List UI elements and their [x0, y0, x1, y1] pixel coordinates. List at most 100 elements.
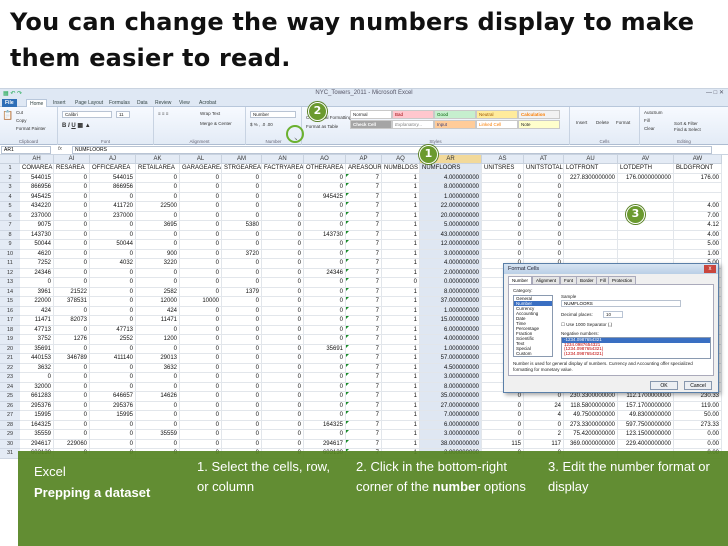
- table-cell[interactable]: [618, 183, 674, 193]
- table-cell[interactable]: 1: [382, 335, 420, 345]
- table-cell[interactable]: 35.000000000: [420, 392, 482, 402]
- table-cell[interactable]: 0: [136, 211, 180, 221]
- font-name-select[interactable]: Calibri: [62, 111, 112, 118]
- table-cell[interactable]: 7: [346, 316, 382, 326]
- column-header-al[interactable]: AL: [180, 155, 222, 164]
- row-header[interactable]: 6: [0, 211, 20, 221]
- header-cell[interactable]: STRGEAREA: [222, 164, 262, 174]
- tab-formulas[interactable]: Formulas: [106, 99, 133, 107]
- table-cell[interactable]: 0: [304, 306, 346, 316]
- table-cell[interactable]: 0: [222, 202, 262, 212]
- table-cell[interactable]: 8.000000000: [420, 382, 482, 392]
- table-cell[interactable]: 0: [54, 344, 90, 354]
- error-indicator-icon[interactable]: [346, 316, 349, 319]
- table-cell[interactable]: 7: [346, 373, 382, 383]
- table-cell[interactable]: 424: [20, 306, 54, 316]
- table-cell[interactable]: 0: [54, 268, 90, 278]
- table-cell[interactable]: 9075: [20, 221, 54, 231]
- table-cell[interactable]: 0: [262, 287, 304, 297]
- cancel-button[interactable]: Cancel: [684, 381, 712, 390]
- table-cell[interactable]: 123.1500000000: [618, 430, 674, 440]
- row-header[interactable]: 5: [0, 202, 20, 212]
- table-cell[interactable]: 0: [90, 268, 136, 278]
- table-cell[interactable]: 0: [180, 382, 222, 392]
- error-indicator-icon[interactable]: [346, 183, 349, 186]
- table-cell[interactable]: 0: [482, 249, 524, 259]
- sort-filter-button[interactable]: Sort & Filter: [674, 121, 698, 126]
- table-cell[interactable]: 7: [346, 363, 382, 373]
- header-cell[interactable]: RETAILAREA: [136, 164, 180, 174]
- table-cell[interactable]: 0: [180, 192, 222, 202]
- header-cell[interactable]: COMAREA: [20, 164, 54, 174]
- table-cell[interactable]: 0: [262, 325, 304, 335]
- error-indicator-icon[interactable]: [346, 373, 349, 376]
- table-cell[interactable]: 0: [524, 202, 564, 212]
- table-cell[interactable]: 0: [482, 221, 524, 231]
- table-cell[interactable]: 0: [262, 240, 304, 250]
- table-cell[interactable]: 0: [262, 316, 304, 326]
- table-cell[interactable]: 0: [54, 306, 90, 316]
- table-cell[interactable]: 0: [54, 259, 90, 269]
- format-as-table-button[interactable]: Format as Table: [306, 124, 338, 129]
- table-cell[interactable]: 47713: [90, 325, 136, 335]
- column-header-av[interactable]: AV: [618, 155, 674, 164]
- tab-insert[interactable]: Insert: [50, 99, 69, 107]
- table-cell[interactable]: 1: [382, 430, 420, 440]
- table-cell[interactable]: 0: [136, 401, 180, 411]
- table-cell[interactable]: 1: [382, 316, 420, 326]
- table-cell[interactable]: 0: [304, 373, 346, 383]
- column-header-ap[interactable]: AP: [346, 155, 382, 164]
- table-cell[interactable]: 0: [304, 211, 346, 221]
- table-cell[interactable]: 1: [382, 344, 420, 354]
- table-cell[interactable]: 0: [136, 173, 180, 183]
- table-cell[interactable]: 0: [180, 363, 222, 373]
- table-cell[interactable]: 6.000000000: [420, 420, 482, 430]
- table-cell[interactable]: 0: [262, 430, 304, 440]
- table-cell[interactable]: 0: [382, 278, 420, 288]
- table-cell[interactable]: 0: [90, 249, 136, 259]
- dialog-tab-protection[interactable]: Protection: [608, 276, 637, 284]
- negative-number-option[interactable]: (1234.0987654321): [562, 351, 710, 357]
- tab-review[interactable]: Review: [152, 99, 174, 107]
- table-cell[interactable]: 0: [222, 392, 262, 402]
- table-cell[interactable]: 1: [382, 392, 420, 402]
- table-cell[interactable]: 229060: [54, 439, 90, 449]
- table-cell[interactable]: 0: [136, 268, 180, 278]
- dialog-tab-font[interactable]: Font: [560, 276, 578, 284]
- table-cell[interactable]: 273.33: [674, 420, 722, 430]
- table-cell[interactable]: 35559: [136, 430, 180, 440]
- table-cell[interactable]: 0: [54, 230, 90, 240]
- table-cell[interactable]: 0: [54, 249, 90, 259]
- merge-center-button[interactable]: Merge & Center: [200, 121, 232, 126]
- table-cell[interactable]: 0: [482, 230, 524, 240]
- table-cell[interactable]: 50044: [20, 240, 54, 250]
- table-cell[interactable]: 237000: [90, 211, 136, 221]
- table-cell[interactable]: 0: [222, 363, 262, 373]
- table-cell[interactable]: 0: [262, 344, 304, 354]
- header-cell[interactable]: NUMBLDGS: [382, 164, 420, 174]
- table-cell[interactable]: 434220: [20, 202, 54, 212]
- table-cell[interactable]: 0: [180, 354, 222, 364]
- style-linked-cell[interactable]: Linked Cell: [476, 120, 518, 129]
- table-cell[interactable]: 0: [90, 439, 136, 449]
- table-cell[interactable]: 7: [346, 278, 382, 288]
- table-cell[interactable]: 1200: [136, 335, 180, 345]
- bold-italic-underline-icon[interactable]: B I U ▦ ▲: [62, 122, 91, 129]
- table-cell[interactable]: 24: [524, 401, 564, 411]
- table-cell[interactable]: 0: [304, 173, 346, 183]
- table-cell[interactable]: 0: [54, 430, 90, 440]
- fill-button[interactable]: Fill: [644, 118, 650, 123]
- table-cell[interactable]: 1: [382, 183, 420, 193]
- table-cell[interactable]: 3632: [20, 363, 54, 373]
- table-cell[interactable]: 1379: [222, 287, 262, 297]
- align-icon[interactable]: ≡ ≡ ≡: [158, 111, 168, 116]
- table-cell[interactable]: 661283: [20, 392, 54, 402]
- table-cell[interactable]: 0: [54, 363, 90, 373]
- table-cell[interactable]: 0: [54, 401, 90, 411]
- row-header[interactable]: 9: [0, 240, 20, 250]
- table-cell[interactable]: 0: [222, 183, 262, 193]
- row-header[interactable]: 18: [0, 325, 20, 335]
- table-cell[interactable]: 0: [262, 363, 304, 373]
- table-cell[interactable]: 1: [382, 439, 420, 449]
- table-cell[interactable]: 112.1700000000: [618, 392, 674, 402]
